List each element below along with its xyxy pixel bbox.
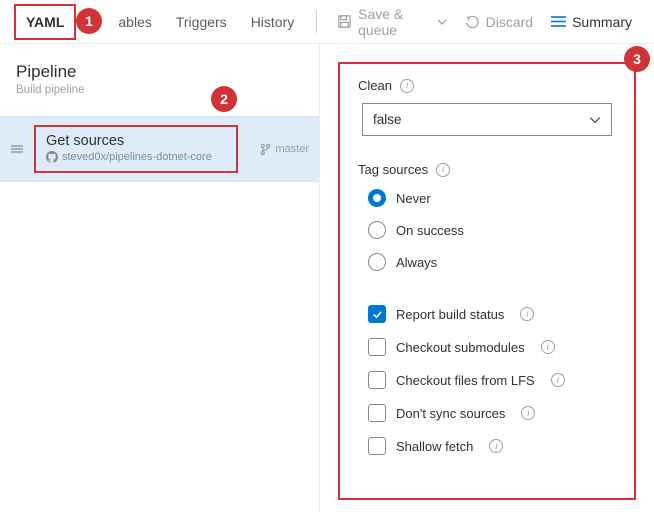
get-sources-row[interactable]: Get sources steved0x/pipelines-dotnet-co…: [0, 116, 319, 182]
callout-badge-3: 3: [624, 46, 650, 72]
radio-always[interactable]: Always: [368, 253, 616, 271]
github-icon: [46, 151, 58, 163]
tab-history[interactable]: History: [239, 4, 307, 40]
check-label: Checkout files from LFS: [396, 373, 535, 388]
chevron-down-icon: [437, 17, 447, 27]
radio-on-success[interactable]: On success: [368, 221, 616, 239]
check-label: Checkout submodules: [396, 340, 525, 355]
info-icon[interactable]: i: [541, 340, 555, 354]
tab-yaml[interactable]: YAML: [14, 4, 76, 40]
chevron-down-icon: [589, 114, 601, 126]
branch-name: master: [275, 143, 309, 155]
radio-label: Never: [396, 191, 431, 206]
task-repo-row: steved0x/pipelines-dotnet-core: [46, 151, 226, 163]
clean-select[interactable]: false: [362, 103, 612, 136]
check-label: Shallow fetch: [396, 439, 473, 454]
pipeline-header: Pipeline Build pipeline: [0, 44, 319, 116]
save-icon: [337, 14, 352, 29]
tag-sources-label: Tag sources: [358, 162, 428, 177]
radio-indicator: [368, 189, 386, 207]
tag-sources-radios: Never On success Always: [368, 189, 616, 271]
discard-button[interactable]: Discard: [457, 8, 541, 36]
branch-chip: master: [260, 143, 309, 156]
drag-handle-icon[interactable]: [10, 142, 24, 156]
get-sources-box: Get sources steved0x/pipelines-dotnet-co…: [34, 125, 238, 173]
radio-never[interactable]: Never: [368, 189, 616, 207]
summary-label: Summary: [572, 14, 632, 30]
summary-button[interactable]: Summary: [543, 8, 640, 36]
info-icon[interactable]: i: [436, 163, 450, 177]
checkbox-indicator: [368, 371, 386, 389]
info-icon[interactable]: i: [551, 373, 565, 387]
undo-icon: [465, 14, 480, 29]
radio-indicator: [368, 221, 386, 239]
check-shallow-fetch[interactable]: Shallow fetch i: [368, 437, 616, 455]
tag-sources-label-row: Tag sources i: [358, 162, 616, 177]
tab-triggers[interactable]: Triggers: [164, 4, 239, 40]
tab-strip: YAML 1 ables Triggers History: [14, 4, 306, 40]
info-icon[interactable]: i: [521, 406, 535, 420]
clean-value: false: [373, 112, 402, 127]
tab-variables-partial[interactable]: ables: [106, 4, 163, 40]
info-icon[interactable]: i: [520, 307, 534, 321]
options-checkboxes: Report build status i Checkout submodule…: [368, 305, 616, 455]
checkbox-indicator: [368, 404, 386, 422]
discard-label: Discard: [486, 14, 533, 30]
pipeline-title: Pipeline: [16, 62, 303, 82]
callout-badge-2: 2: [211, 86, 237, 112]
clean-label: Clean: [358, 78, 392, 93]
save-queue-button[interactable]: Save & queue: [329, 0, 455, 44]
list-icon: [551, 15, 566, 28]
checkbox-indicator: [368, 338, 386, 356]
toolbar-divider: [316, 11, 317, 33]
right-pane: 3 Clean i false Tag sources i Never: [320, 44, 654, 512]
checkbox-indicator: [368, 305, 386, 323]
info-icon[interactable]: i: [400, 79, 414, 93]
radio-label: On success: [396, 223, 464, 238]
callout-badge-1: 1: [76, 8, 102, 34]
check-checkout-submodules[interactable]: Checkout submodules i: [368, 338, 616, 356]
info-icon[interactable]: i: [489, 439, 503, 453]
save-queue-label: Save & queue: [358, 6, 431, 38]
left-pane: Pipeline Build pipeline 2 Get sources st…: [0, 44, 320, 512]
top-toolbar: YAML 1 ables Triggers History Save & que…: [0, 0, 654, 44]
radio-indicator: [368, 253, 386, 271]
task-title: Get sources: [46, 133, 226, 149]
branch-icon: [260, 143, 271, 156]
radio-label: Always: [396, 255, 437, 270]
check-checkout-lfs[interactable]: Checkout files from LFS i: [368, 371, 616, 389]
clean-label-row: Clean i: [358, 78, 616, 93]
check-label: Don't sync sources: [396, 406, 505, 421]
pipeline-subtitle: Build pipeline: [16, 84, 303, 96]
checkbox-indicator: [368, 437, 386, 455]
properties-panel: Clean i false Tag sources i Never: [338, 62, 636, 500]
task-repo: steved0x/pipelines-dotnet-core: [62, 151, 212, 163]
toolbar-actions: Save & queue Discard Summary: [306, 0, 640, 44]
check-dont-sync-sources[interactable]: Don't sync sources i: [368, 404, 616, 422]
check-label: Report build status: [396, 307, 504, 322]
check-report-build-status[interactable]: Report build status i: [368, 305, 616, 323]
